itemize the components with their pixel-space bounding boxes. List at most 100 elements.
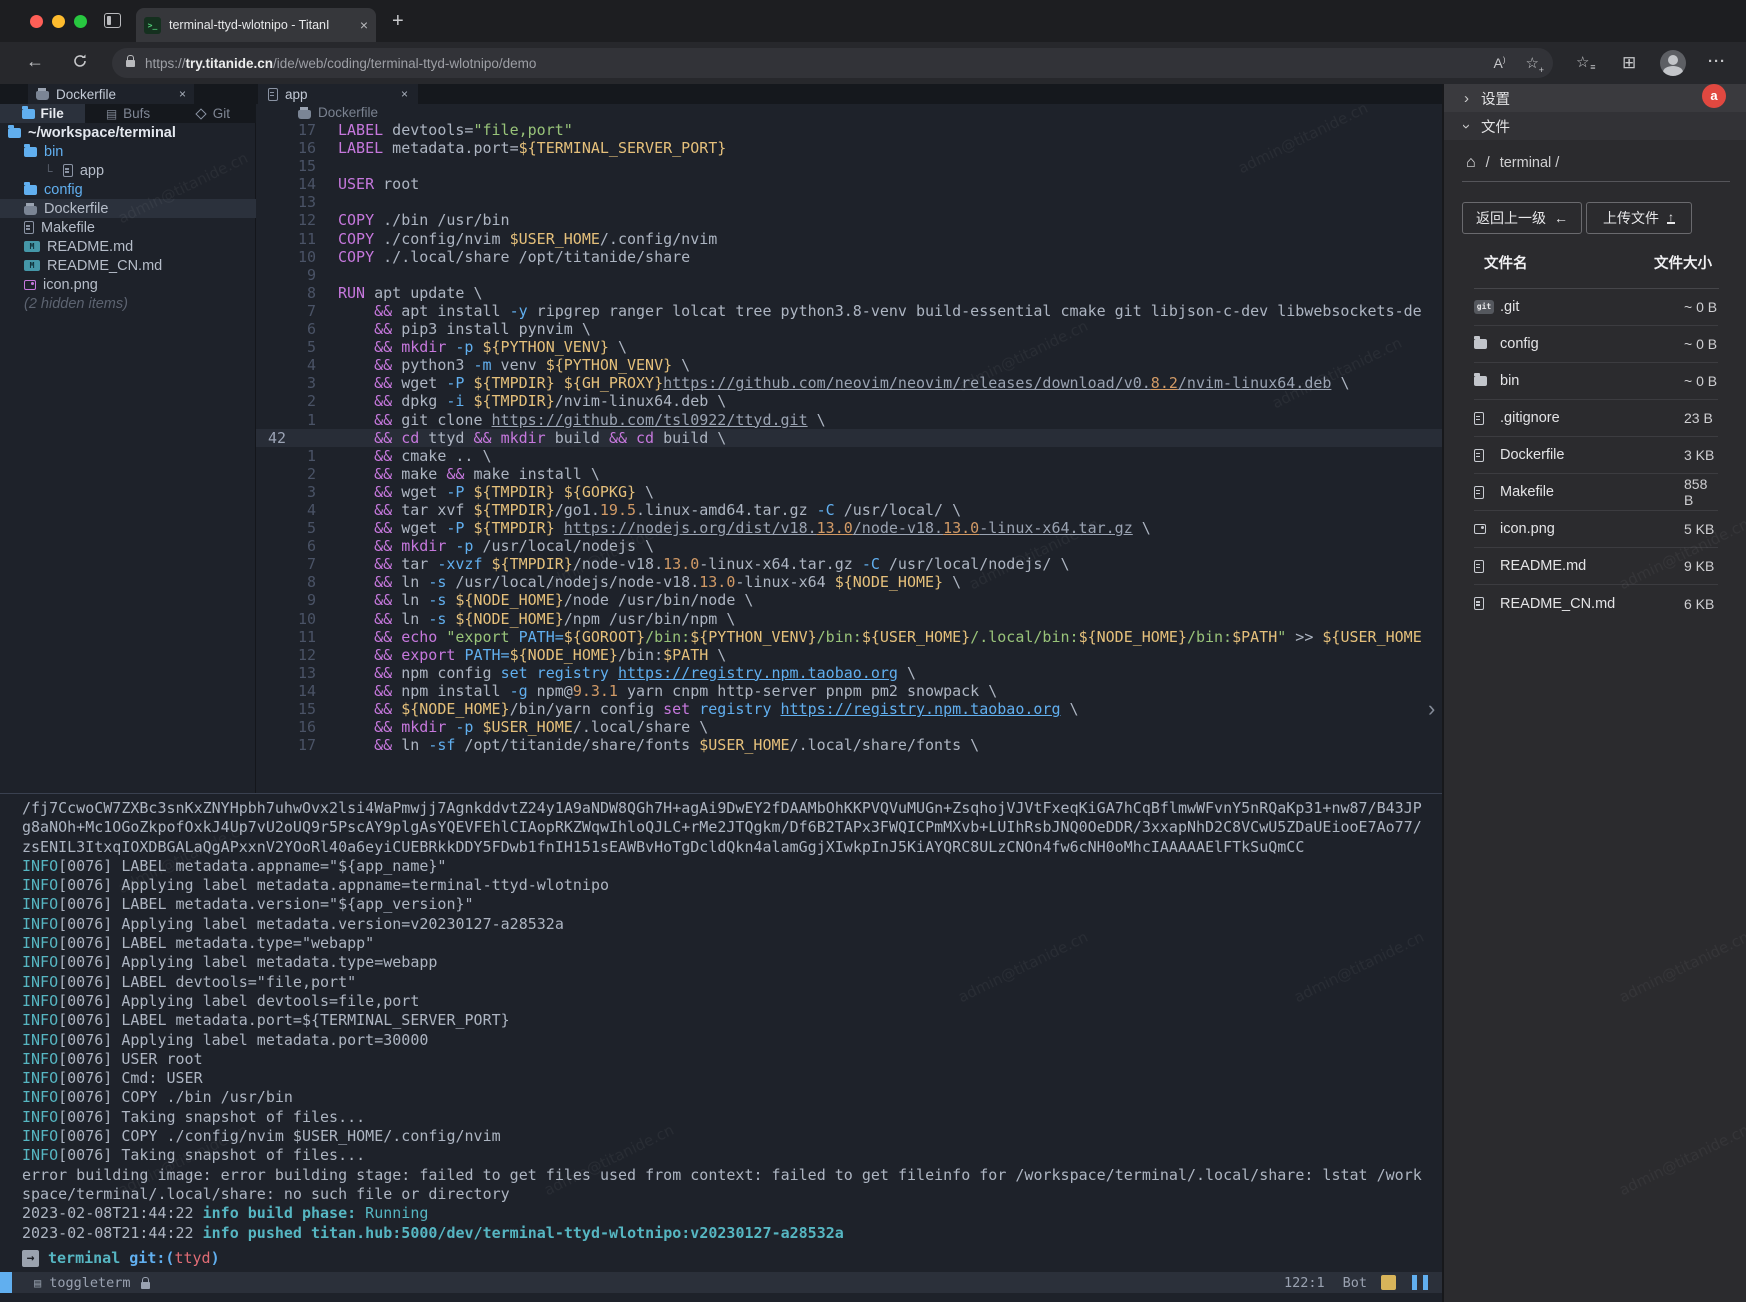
file-row-readme-md[interactable]: README.md9 KB bbox=[1474, 548, 1718, 585]
code-line[interactable]: 3 && wget -P ${TMPDIR} ${GH_PROXY}https:… bbox=[256, 374, 1442, 392]
code-line[interactable]: 6 && mkdir -p /usr/local/nodejs \ bbox=[256, 537, 1442, 555]
file-row-bin[interactable]: bin~ 0 B bbox=[1474, 363, 1718, 400]
code-text: && ln -s ${NODE_HOME}/node /usr/bin/node… bbox=[330, 591, 753, 609]
tree-item-config[interactable]: config bbox=[0, 180, 256, 199]
file-table-header: 文件名 文件大小 bbox=[1444, 252, 1746, 276]
code-line[interactable]: 14USER root bbox=[256, 175, 1442, 193]
file-row--gitignore[interactable]: .gitignore23 B bbox=[1474, 400, 1718, 437]
code-line[interactable]: 13 && npm config set registry https://re… bbox=[256, 664, 1442, 682]
file-row-makefile[interactable]: Makefile858 B bbox=[1474, 474, 1718, 511]
tree-item-makefile[interactable]: Makefile bbox=[0, 218, 256, 237]
browser-profile-avatar[interactable] bbox=[1660, 50, 1686, 76]
code-line[interactable]: 5 && mkdir -p ${PYTHON_VENV} \ bbox=[256, 338, 1442, 356]
tree-item--workspace-terminal[interactable]: ~/workspace/terminal bbox=[0, 123, 256, 142]
tree-item--2-hidden-items-[interactable]: (2 hidden items) bbox=[0, 294, 256, 313]
section-files[interactable]: › 文件 bbox=[1444, 112, 1746, 140]
browser-menu-icon[interactable]: ··· bbox=[1708, 53, 1726, 70]
code-line[interactable]: 2 && make && make install \ bbox=[256, 465, 1442, 483]
file-icon bbox=[1474, 486, 1484, 499]
section-settings[interactable]: › 设置 a bbox=[1444, 84, 1746, 112]
go-up-button[interactable]: 返回上一级 ← bbox=[1462, 202, 1582, 234]
code-line[interactable]: 1 && git clone https://github.com/tsl092… bbox=[256, 411, 1442, 429]
code-line[interactable]: 7 && apt install -y ripgrep ranger lolca… bbox=[256, 302, 1442, 320]
code-line[interactable]: 4 && tar xvf ${TMPDIR}/go1.19.5.linux-am… bbox=[256, 501, 1442, 519]
file-icon bbox=[1474, 560, 1484, 573]
file-row-readme-cn-md[interactable]: README_CN.md6 KB bbox=[1474, 585, 1718, 622]
code-line[interactable]: 6 && pip3 install pynvim \ bbox=[256, 320, 1442, 338]
favorites-list-icon[interactable]: ☆≡ bbox=[1576, 53, 1589, 71]
code-line[interactable]: 13 bbox=[256, 193, 1442, 211]
code-line[interactable]: 11 && echo "export PATH=${GOROOT}/bin:${… bbox=[256, 628, 1442, 646]
code-line[interactable]: 5 && wget -P ${TMPDIR} https://nodejs.or… bbox=[256, 519, 1442, 537]
code-line[interactable]: 9 && ln -s ${NODE_HOME}/node /usr/bin/no… bbox=[256, 591, 1442, 609]
code-line[interactable]: 15 bbox=[256, 157, 1442, 175]
macos-minimize-button[interactable] bbox=[52, 15, 65, 28]
code-line[interactable]: 14 && npm install -g npm@9.3.1 yarn cnpm… bbox=[256, 682, 1442, 700]
close-buffer-icon[interactable]: × bbox=[179, 87, 186, 101]
file-row--git[interactable]: git.git~ 0 B bbox=[1474, 289, 1718, 326]
url-host: try.titanide.cn bbox=[186, 56, 274, 71]
tab-overview-icon[interactable] bbox=[104, 13, 121, 28]
code-line[interactable]: 12COPY ./bin /usr/bin bbox=[256, 211, 1442, 229]
collections-icon[interactable]: ⊞ bbox=[1622, 53, 1636, 73]
browser-tab[interactable]: >_ terminal-ttyd-wlotnipo - TitanI × bbox=[136, 8, 376, 42]
code-line[interactable]: 42 && cd ttyd && mkdir build && cd build… bbox=[256, 429, 1442, 447]
tab-label: Git bbox=[213, 106, 230, 121]
explorer-tab-bufs[interactable]: ▤Bufs bbox=[85, 104, 170, 123]
code-line[interactable]: 12 && export PATH=${NODE_HOME}/bin:$PATH… bbox=[256, 646, 1442, 664]
user-avatar[interactable]: a bbox=[1702, 84, 1726, 108]
code-line[interactable]: 1 && cmake .. \ bbox=[256, 447, 1442, 465]
code-line[interactable]: 2 && dpkg -i ${TMPDIR}/nvim-linux64.deb … bbox=[256, 392, 1442, 410]
file-name: Dockerfile bbox=[1500, 447, 1564, 463]
code-line[interactable]: 8 && ln -s /usr/local/nodejs/node-v18.13… bbox=[256, 573, 1442, 591]
code-line[interactable]: 4 && python3 -m venv ${PYTHON_VENV} \ bbox=[256, 356, 1442, 374]
new-tab-button[interactable]: + bbox=[392, 12, 404, 30]
code-line[interactable]: 11COPY ./config/nvim $USER_HOME/.config/… bbox=[256, 230, 1442, 248]
home-icon[interactable]: ⌂ bbox=[1466, 154, 1476, 172]
close-tab-icon[interactable]: × bbox=[360, 18, 368, 32]
reload-icon[interactable] bbox=[72, 53, 88, 74]
shell-prompt: → terminal git:(ttyd) bbox=[22, 1248, 220, 1268]
code-line[interactable]: 16 && mkdir -p $USER_HOME/.local/share \ bbox=[256, 718, 1442, 736]
line-number: 8 bbox=[256, 284, 330, 302]
read-aloud-icon[interactable]: A) bbox=[1494, 55, 1506, 71]
code-line[interactable]: 10COPY ./.local/share /opt/titanide/shar… bbox=[256, 248, 1442, 266]
tree-item-label: bin bbox=[44, 144, 63, 160]
panel-expand-icon[interactable]: › bbox=[1428, 696, 1435, 722]
add-favorite-icon[interactable]: ☆+ bbox=[1526, 54, 1539, 72]
code-line[interactable]: 10 && ln -s ${NODE_HOME}/npm /usr/bin/np… bbox=[256, 610, 1442, 628]
code-line[interactable]: 9 bbox=[256, 266, 1442, 284]
line-number: 15 bbox=[256, 700, 330, 718]
sidebar-buffer-tab-dockerfile[interactable]: Dockerfile × bbox=[28, 84, 194, 104]
breadcrumb-path[interactable]: terminal / bbox=[1500, 155, 1560, 171]
file-row-icon-png[interactable]: icon.png5 KB bbox=[1474, 511, 1718, 548]
macos-maximize-button[interactable] bbox=[74, 15, 87, 28]
tree-item-dockerfile[interactable]: Dockerfile bbox=[0, 199, 256, 218]
explorer-tab-file[interactable]: File bbox=[0, 104, 85, 123]
tree-item-bin[interactable]: bin bbox=[0, 142, 256, 161]
code-line[interactable]: 16LABEL metadata.port=${TERMINAL_SERVER_… bbox=[256, 139, 1442, 157]
code-line[interactable]: 8RUN apt update \ bbox=[256, 284, 1442, 302]
code-line[interactable]: 17LABEL devtools="file,port" bbox=[256, 121, 1442, 139]
back-icon[interactable]: ← bbox=[26, 51, 44, 72]
line-number: 42 bbox=[256, 429, 330, 447]
code-editor[interactable]: 17LABEL devtools="file,port"16LABEL meta… bbox=[256, 121, 1442, 761]
tree-item-readme-cn-md[interactable]: MREADME_CN.md bbox=[0, 256, 256, 275]
macos-close-button[interactable] bbox=[30, 15, 43, 28]
terminal-output[interactable]: /fj7CcwoCW7ZXBc3snKxZNYHpbh7uhwOvx2lsi4W… bbox=[0, 793, 1442, 1302]
code-line[interactable]: 17 && ln -sf /opt/titanide/share/fonts $… bbox=[256, 736, 1442, 754]
editor-tab-app[interactable]: app × bbox=[258, 84, 418, 104]
file-row-dockerfile[interactable]: Dockerfile3 KB bbox=[1474, 437, 1718, 474]
upload-file-button[interactable]: 上传文件 ↑ bbox=[1586, 202, 1692, 234]
code-line[interactable]: 7 && tar -xvzf ${TMPDIR}/node-v18.13.0-l… bbox=[256, 555, 1442, 573]
code-line[interactable]: 15 && ${NODE_HOME}/bin/yarn config set r… bbox=[256, 700, 1442, 718]
code-line[interactable]: 3 && wget -P ${TMPDIR} ${GOPKG} \ bbox=[256, 483, 1442, 501]
file-row-config[interactable]: config~ 0 B bbox=[1474, 326, 1718, 363]
address-bar[interactable]: https://try.titanide.cn/ide/web/coding/t… bbox=[112, 48, 1553, 78]
explorer-tab-git[interactable]: Git bbox=[171, 104, 256, 123]
tree-item-readme-md[interactable]: MREADME.md bbox=[0, 237, 256, 256]
close-editor-tab-icon[interactable]: × bbox=[401, 87, 408, 101]
tree-item-icon-png[interactable]: icon.png bbox=[0, 275, 256, 294]
terminal-line: INFO[0076] LABEL metadata.appname="${app… bbox=[22, 857, 1442, 876]
tree-item-app[interactable]: └ app bbox=[0, 161, 256, 180]
